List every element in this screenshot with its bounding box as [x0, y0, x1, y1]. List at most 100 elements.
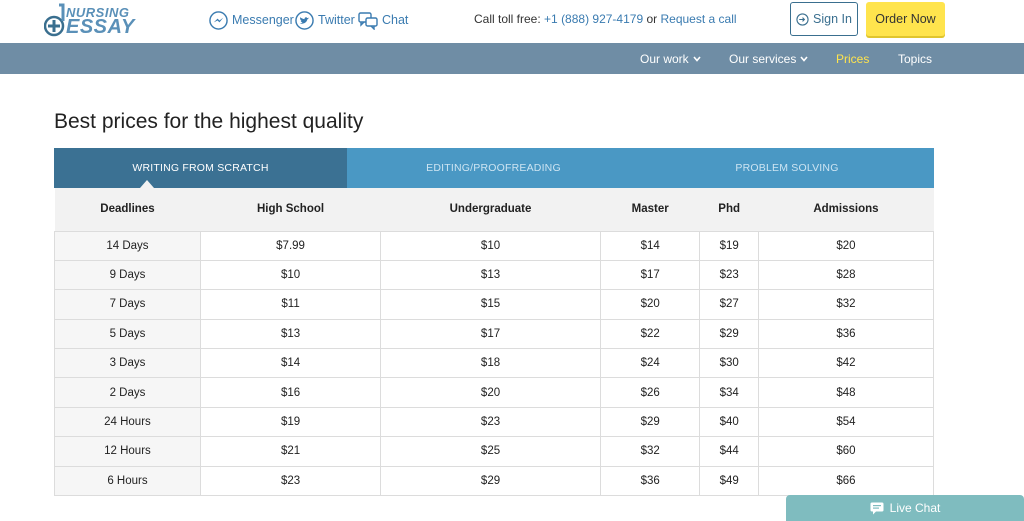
- price-cell: $20: [599, 289, 701, 320]
- price-cell: $14: [199, 348, 382, 379]
- live-chat-label: Live Chat: [889, 501, 941, 515]
- column-header: Deadlines: [54, 188, 201, 232]
- deadline-cell: 3 Days: [54, 348, 201, 379]
- price-cell: $66: [757, 465, 935, 497]
- price-cell: $49: [699, 465, 759, 497]
- phone-link[interactable]: +1 (888) 927-4179: [544, 12, 643, 26]
- request-call-link[interactable]: Request a call: [660, 12, 736, 26]
- brand-logo[interactable]: NURSING ESSAY: [44, 3, 144, 39]
- price-cell: $29: [699, 318, 759, 350]
- top-header: NURSING ESSAY Messenger Twitter Chat Cal…: [0, 0, 1024, 43]
- price-cell: $23: [380, 406, 601, 438]
- price-table-grid: Deadlines High School Undergraduate Master P…: [54, 188, 935, 497]
- price-cell: $22: [599, 318, 701, 350]
- table-row: 3 Days $14 $18 $24 $30 $42: [54, 348, 935, 379]
- price-cell: $30: [699, 348, 759, 379]
- price-cell: $21: [199, 436, 382, 467]
- deadline-cell: 2 Days: [54, 377, 201, 408]
- deadline-cell: 6 Hours: [54, 465, 201, 497]
- price-cell: $36: [599, 465, 701, 497]
- order-now-label: Order Now: [875, 12, 936, 26]
- contact-line: Call toll free: +1 (888) 927-4179 or Req…: [474, 12, 737, 26]
- deadline-cell: 24 Hours: [54, 406, 201, 438]
- order-now-button[interactable]: Order Now: [866, 2, 945, 36]
- pricing-tabs: WRITING FROM SCRATCH EDITING/PROOFREADIN…: [54, 148, 934, 188]
- price-cell: $20: [757, 230, 935, 261]
- sign-in-icon: [796, 12, 809, 26]
- price-cell: $60: [757, 436, 935, 467]
- chevron-down-icon: [800, 56, 808, 62]
- or-text: or: [646, 12, 658, 26]
- chat-link[interactable]: Chat: [358, 9, 408, 31]
- sign-in-label: Sign In: [813, 12, 852, 26]
- price-cell: $25: [380, 436, 601, 467]
- nav-our-work-label: Our work: [640, 52, 689, 66]
- price-cell: $19: [199, 406, 382, 438]
- price-cell: $10: [199, 259, 382, 291]
- deadline-cell: 7 Days: [54, 289, 201, 320]
- chevron-down-icon: [693, 56, 701, 62]
- table-row: 2 Days $16 $20 $26 $34 $48: [54, 377, 935, 408]
- price-cell: $54: [757, 406, 935, 438]
- price-cell: $7.99: [199, 230, 382, 261]
- tab-writing-from-scratch[interactable]: WRITING FROM SCRATCH: [54, 148, 347, 188]
- table-row: 7 Days $11 $15 $20 $27 $32: [54, 289, 935, 320]
- live-chat-button[interactable]: Live Chat: [786, 495, 1024, 521]
- page-title: Best prices for the highest quality: [54, 110, 364, 133]
- sign-in-button[interactable]: Sign In: [790, 2, 858, 36]
- chat-bubble-icon: [870, 502, 884, 515]
- messenger-label: Messenger: [232, 13, 294, 27]
- price-cell: $32: [757, 289, 935, 320]
- price-cell: $14: [599, 230, 701, 261]
- tab-problem-solving[interactable]: PROBLEM SOLVING: [640, 148, 934, 188]
- price-cell: $13: [380, 259, 601, 291]
- twitter-bird-icon: [294, 10, 314, 30]
- call-prefix: Call toll free:: [474, 12, 541, 26]
- price-cell: $16: [199, 377, 382, 408]
- price-table: Deadlines High School Undergraduate Master P…: [54, 188, 935, 497]
- messenger-link[interactable]: Messenger: [208, 9, 294, 31]
- tab-editing-proofreading[interactable]: EDITING/PROOFREADING: [347, 148, 640, 188]
- table-row: 9 Days $10 $13 $17 $23 $28: [54, 259, 935, 291]
- deadline-cell: 9 Days: [54, 259, 201, 291]
- price-cell: $36: [757, 318, 935, 350]
- price-cell: $15: [380, 289, 601, 320]
- table-row: 5 Days $13 $17 $22 $29 $36: [54, 318, 935, 350]
- nav-our-work[interactable]: Our work: [640, 52, 701, 66]
- price-cell: $17: [599, 259, 701, 291]
- chat-bubbles-icon: [358, 10, 378, 30]
- price-cell: $32: [599, 436, 701, 467]
- table-row: 6 Hours $23 $29 $36 $49 $66: [54, 465, 935, 497]
- brand-name-line2: ESSAY: [66, 16, 135, 38]
- nav-topics[interactable]: Topics: [898, 52, 932, 66]
- column-header: Phd: [699, 188, 759, 232]
- active-tab-indicator: [140, 180, 154, 188]
- price-cell: $11: [199, 289, 382, 320]
- column-header: Undergraduate: [380, 188, 601, 232]
- messenger-icon: [208, 10, 228, 30]
- twitter-link[interactable]: Twitter: [294, 9, 355, 31]
- price-cell: $17: [380, 318, 601, 350]
- price-cell: $20: [380, 377, 601, 408]
- price-cell: $48: [757, 377, 935, 408]
- medical-cross-icon: [44, 3, 65, 37]
- twitter-label: Twitter: [318, 13, 355, 27]
- price-cell: $10: [380, 230, 601, 261]
- table-body: 14 Days $7.99 $10 $14 $19 $20 9 Days $10 $13 $17 $…: [54, 230, 935, 497]
- nav-prices[interactable]: Prices: [836, 52, 869, 66]
- price-cell: $13: [199, 318, 382, 350]
- deadline-cell: 5 Days: [54, 318, 201, 350]
- deadline-cell: 12 Hours: [54, 436, 201, 467]
- column-header: Admissions: [758, 188, 934, 232]
- price-cell: $28: [757, 259, 935, 291]
- price-cell: $29: [380, 465, 601, 497]
- price-cell: $23: [199, 465, 382, 497]
- price-cell: $23: [699, 259, 759, 291]
- price-cell: $34: [699, 377, 759, 408]
- nav-our-services[interactable]: Our services: [729, 52, 808, 66]
- price-cell: $40: [699, 406, 759, 438]
- table-header-row: Deadlines High School Undergraduate Master P…: [54, 188, 934, 232]
- table-row: 12 Hours $21 $25 $32 $44 $60: [54, 436, 935, 467]
- column-header: Master: [600, 188, 700, 232]
- column-header: High School: [200, 188, 381, 232]
